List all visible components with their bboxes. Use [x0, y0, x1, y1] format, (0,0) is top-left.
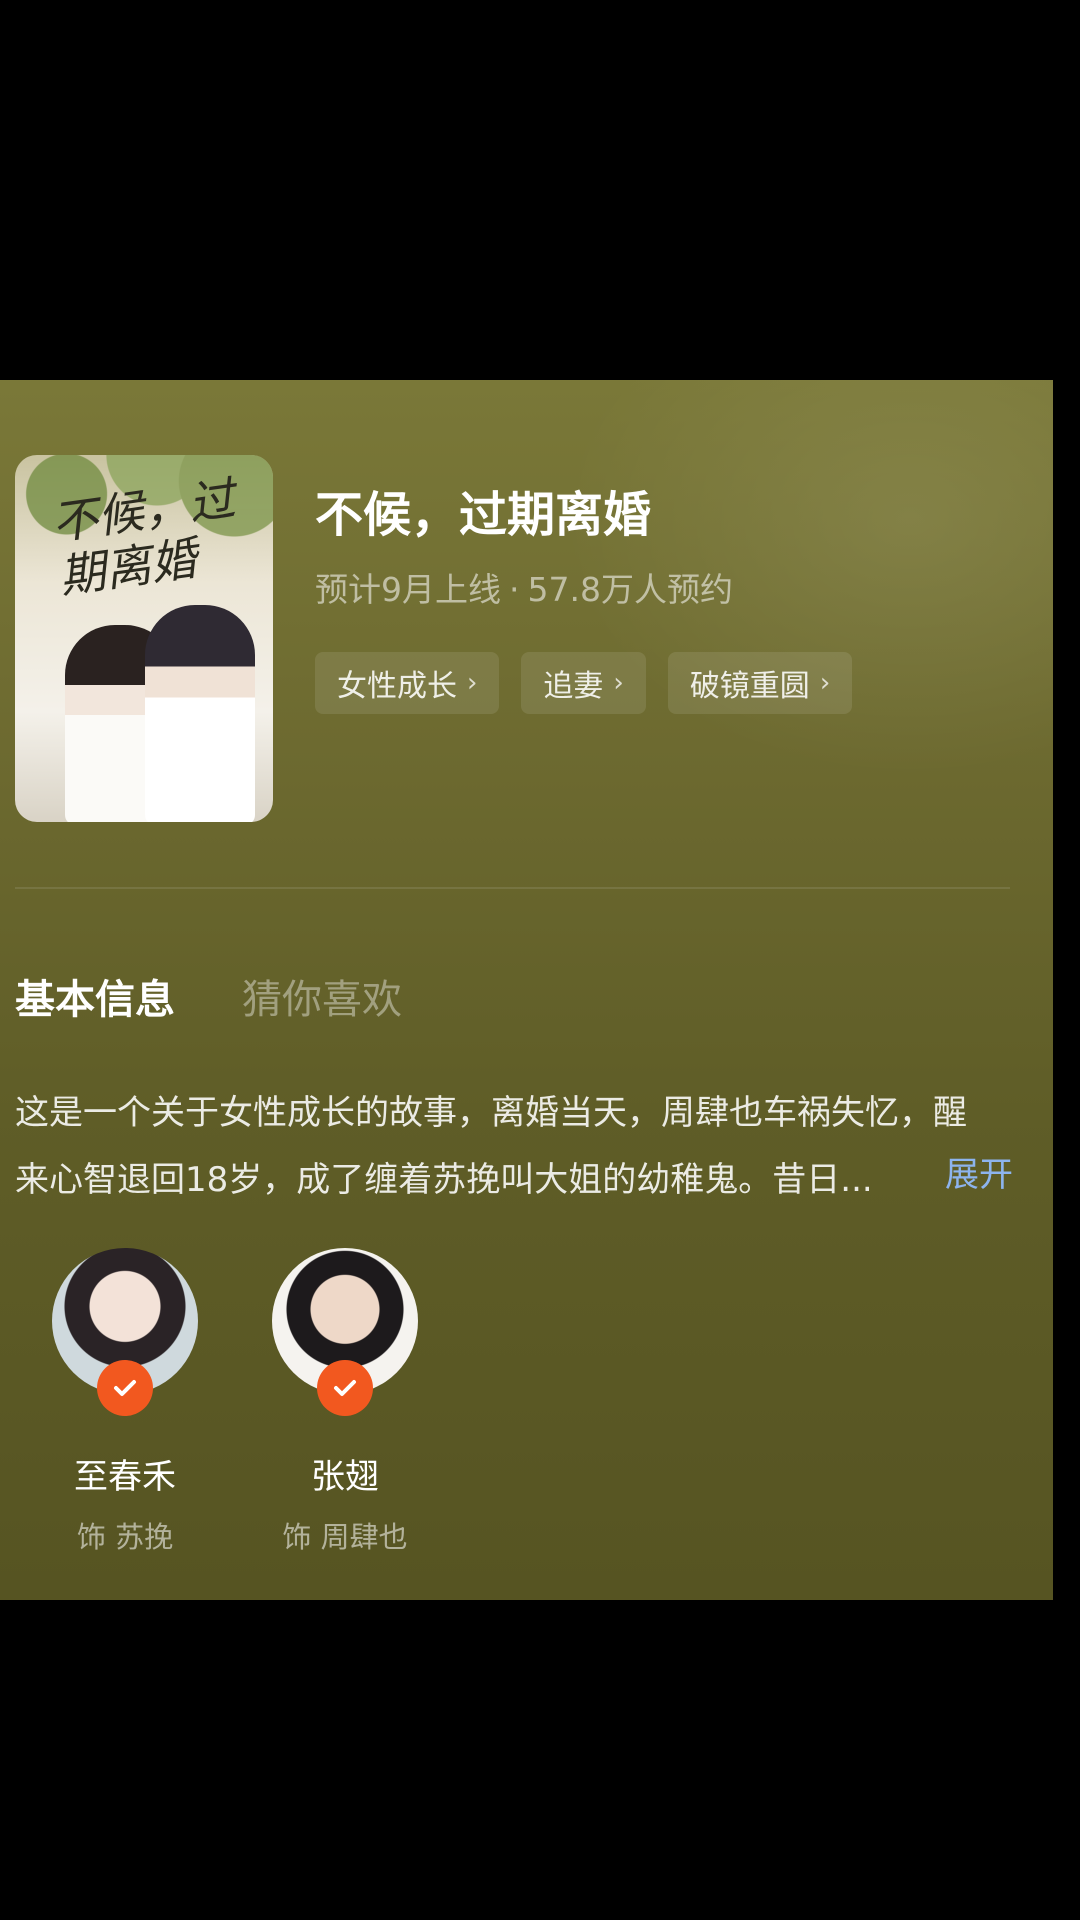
gallery-icon[interactable]	[215, 762, 253, 800]
cast-member[interactable]: 张翅 饰 周肆也	[235, 1248, 455, 1556]
chevron-right-icon: ›	[613, 668, 624, 698]
tag-label: 女性成长	[337, 669, 457, 704]
synopsis-line-1: 这是一个关于女性成长的故事，离婚当天，周肆也车祸失忆，醒	[15, 1093, 967, 1133]
cast-name: 张翅	[311, 1457, 379, 1497]
tag-female-growth[interactable]: 女性成长 ›	[315, 652, 500, 714]
poster-image[interactable]: 不候，过期离婚	[15, 455, 273, 822]
cast-name: 至春禾	[74, 1457, 176, 1497]
avatar[interactable]	[52, 1248, 198, 1416]
tag-label: 追妻	[543, 669, 604, 704]
section-divider	[15, 887, 1010, 889]
avatar[interactable]	[272, 1248, 418, 1416]
cast-member[interactable]: 至春禾 饰 苏挽	[15, 1248, 235, 1556]
release-date: 预计9月上线	[315, 570, 501, 609]
expand-button[interactable]: 展开	[945, 1147, 1013, 1196]
check-icon	[97, 1360, 153, 1416]
check-icon	[317, 1360, 373, 1416]
synopsis-line-2: 来心智退回18岁，成了缠着苏挽叫大姐的幼稚鬼。昔日...	[15, 1160, 873, 1200]
meta-separator: ·	[509, 570, 520, 609]
tag-label: 破镜重圆	[689, 669, 810, 704]
chevron-right-icon: ›	[467, 668, 478, 698]
drama-title: 不候，过期离婚	[315, 487, 652, 543]
cast-role: 饰 周肆也	[282, 1520, 408, 1554]
tag-list: 女性成长 › 追妻 › 破镜重圆 ›	[315, 652, 853, 714]
tag-chase-wife[interactable]: 追妻 ›	[521, 652, 646, 714]
reservation-count: 57.8万人预约	[527, 570, 733, 609]
tab-basic-info[interactable]: 基本信息	[15, 967, 175, 1025]
drama-detail-panel: 不候，过期离婚 不候，过期离婚 预计9月上线 · 57.8万人预约 女性成长 › 追…	[0, 380, 1053, 1600]
synopsis: 这是一个关于女性成长的故事，离婚当天，周肆也车祸失忆，醒 来心智退回18岁，成了…	[15, 1080, 1015, 1214]
chevron-right-icon: ›	[819, 668, 831, 698]
tag-reunion[interactable]: 破镜重圆 ›	[667, 652, 853, 714]
release-meta: 预计9月上线 · 57.8万人预约	[315, 563, 733, 611]
cast-role: 饰 苏挽	[76, 1520, 174, 1554]
tab-recommendations[interactable]: 猜你喜欢	[242, 967, 402, 1025]
